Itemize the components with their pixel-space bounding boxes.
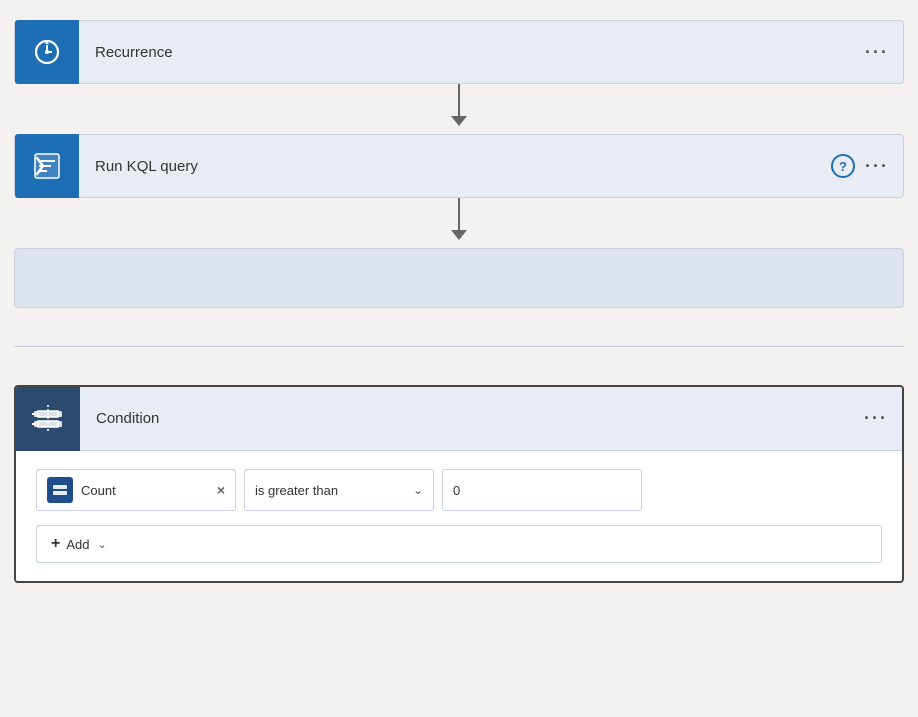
condition-header: Condition ··· <box>16 387 902 451</box>
condition-card: Condition ··· Count × <box>14 385 904 583</box>
recurrence-icon-bg <box>15 20 79 84</box>
recurrence-step: Recurrence ··· <box>14 20 904 84</box>
condition-body: Count × is greater than ⌄ 0 + Add ⌄ <box>16 451 902 581</box>
condition-actions: ··· <box>864 408 902 429</box>
kql-more-button[interactable]: ··· <box>865 156 889 177</box>
kql-help-button[interactable]: ? <box>831 154 855 178</box>
token-close-button[interactable]: × <box>217 482 225 498</box>
recurrence-label: Recurrence <box>79 44 865 61</box>
condition-add-button[interactable]: + Add ⌄ <box>36 525 882 563</box>
arrow-2 <box>451 198 467 248</box>
condition-more-button[interactable]: ··· <box>864 408 888 429</box>
kql-icon <box>31 150 63 182</box>
kql-icon-bg <box>15 134 79 198</box>
collapsed-step-area <box>14 248 904 308</box>
condition-row: Count × is greater than ⌄ 0 <box>36 469 882 511</box>
condition-value-field[interactable]: 0 <box>442 469 642 511</box>
token-label: Count <box>81 483 209 498</box>
arrow-1 <box>451 84 467 134</box>
recurrence-icon <box>31 36 63 68</box>
arrow-line-1 <box>458 84 460 116</box>
token-icon <box>52 482 68 498</box>
flow-canvas: Recurrence ··· Run KQL query ? ··· <box>0 0 918 603</box>
arrow-head-2 <box>451 230 467 240</box>
condition-value: 0 <box>453 483 460 498</box>
divider <box>14 346 904 347</box>
arrow-head-1 <box>451 116 467 126</box>
condition-token-field[interactable]: Count × <box>36 469 236 511</box>
recurrence-actions: ··· <box>865 42 903 63</box>
kql-label: Run KQL query <box>79 158 831 175</box>
add-label: Add <box>66 537 89 552</box>
arrow-line-2 <box>458 198 460 230</box>
plus-icon: + <box>51 535 60 553</box>
condition-icon-bg <box>16 387 80 451</box>
condition-operator-select[interactable]: is greater than ⌄ <box>244 469 434 511</box>
kql-actions: ? ··· <box>831 154 903 178</box>
operator-label: is greater than <box>255 483 338 498</box>
add-chevron-icon: ⌄ <box>97 538 106 551</box>
condition-icon <box>30 401 66 437</box>
token-badge <box>47 477 73 503</box>
condition-label: Condition <box>80 410 864 427</box>
kql-step: Run KQL query ? ··· <box>14 134 904 198</box>
recurrence-more-button[interactable]: ··· <box>865 42 889 63</box>
operator-chevron-icon: ⌄ <box>413 483 423 497</box>
